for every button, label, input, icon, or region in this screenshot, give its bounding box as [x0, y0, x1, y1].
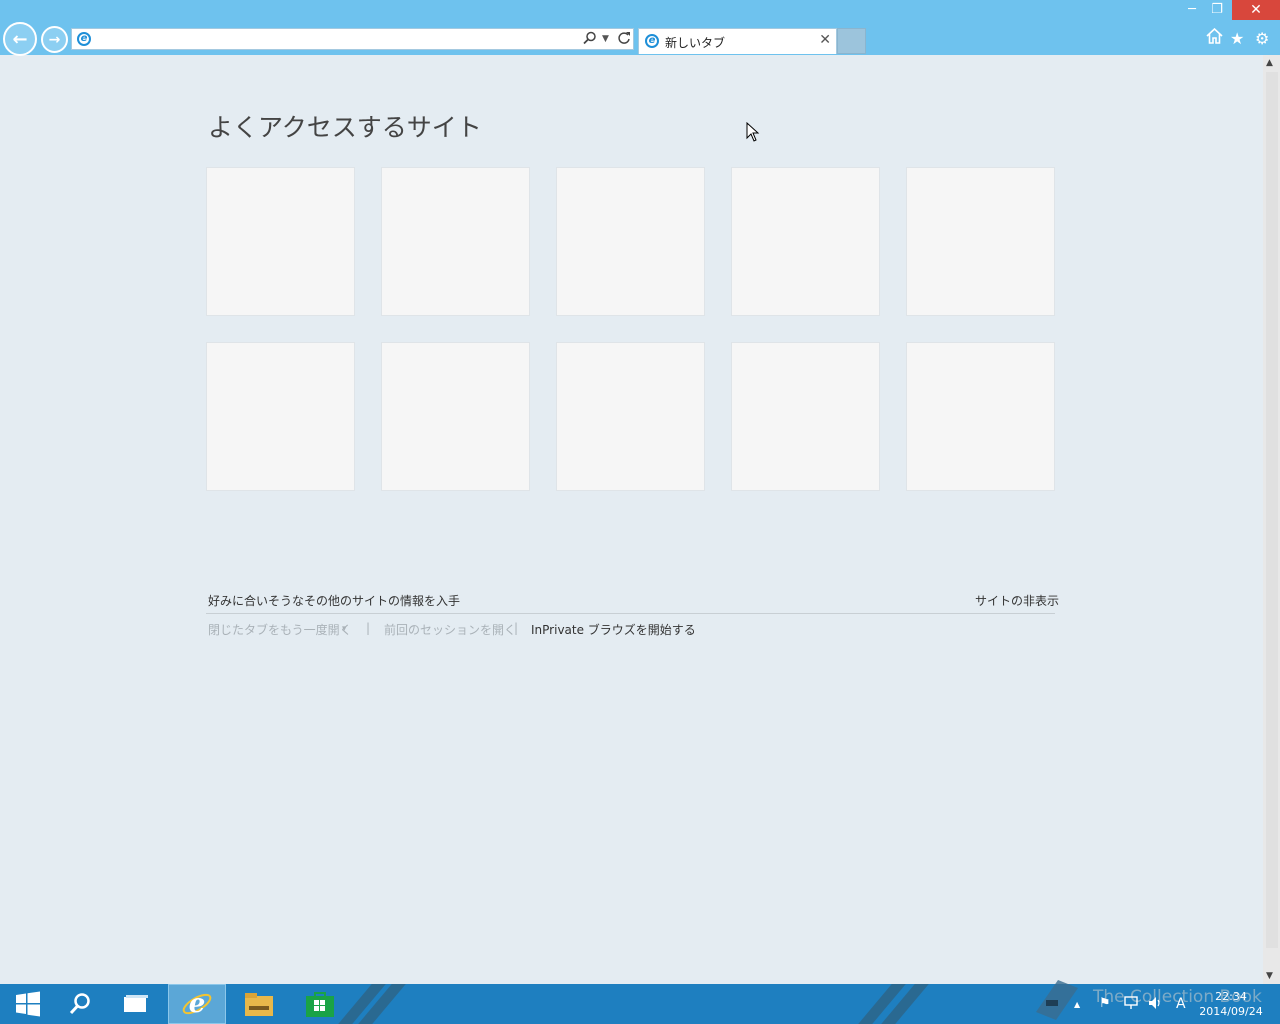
back-button[interactable]: ←	[3, 22, 37, 56]
site-tile[interactable]	[381, 342, 530, 491]
scroll-up-icon[interactable]: ▲	[1266, 58, 1273, 68]
svg-text:e: e	[189, 989, 206, 1019]
tab-close-icon[interactable]: ✕	[819, 32, 831, 48]
site-tile[interactable]	[381, 167, 530, 316]
forward-arrow-icon: →	[48, 31, 61, 48]
inprivate-link[interactable]: InPrivate ブラウズを開始する	[531, 621, 696, 638]
hide-sites-link[interactable]: サイトの非表示	[975, 592, 1059, 609]
site-tile[interactable]	[206, 167, 355, 316]
close-window-button[interactable]: ✕	[1232, 0, 1280, 20]
taskbar-explorer-button[interactable]	[231, 984, 287, 1024]
search-icon[interactable]	[583, 31, 597, 49]
site-tile[interactable]	[556, 342, 705, 491]
separator: |	[366, 621, 371, 635]
task-view-icon	[124, 995, 148, 1012]
search-icon	[69, 993, 90, 1015]
book-watermark-icon	[1036, 980, 1078, 1020]
home-icon[interactable]	[1206, 27, 1223, 48]
address-bar[interactable]: e ▼	[71, 28, 634, 50]
task-view-button[interactable]	[108, 984, 164, 1024]
address-input[interactable]	[98, 30, 578, 48]
start-button[interactable]	[0, 984, 56, 1024]
reopen-session-link[interactable]: 前回のセッションを開く	[384, 621, 516, 638]
volume-icon[interactable]	[1148, 996, 1164, 1014]
network-icon[interactable]	[1124, 996, 1138, 1014]
store-icon	[306, 992, 334, 1017]
internet-explorer-icon: e	[182, 989, 212, 1019]
tab-new[interactable]: e 新しいタブ ✕	[638, 28, 837, 54]
show-hidden-icons[interactable]: ▲	[1074, 1000, 1080, 1009]
ie-logo-icon: e	[77, 32, 91, 46]
tab-title: 新しいタブ	[665, 36, 726, 50]
more-sites-link[interactable]: 好みに合いそうなその他のサイトの情報を入手	[208, 592, 460, 609]
reopen-dropdown-icon[interactable]: ▾	[342, 624, 347, 634]
ime-indicator[interactable]: A	[1176, 996, 1186, 1012]
forward-button[interactable]: →	[41, 26, 68, 53]
site-tile[interactable]	[556, 167, 705, 316]
site-tile[interactable]	[731, 167, 880, 316]
taskbar-store-button[interactable]	[292, 984, 348, 1024]
reopen-closed-tabs-link[interactable]: 閉じたタブをもう一度開く	[208, 621, 352, 638]
scroll-down-icon[interactable]: ▼	[1266, 971, 1273, 981]
taskbar-clock[interactable]: 22:34 2014/09/24	[1196, 989, 1266, 1019]
tab-ie-icon: e	[645, 34, 659, 48]
minimize-button[interactable]: ─	[1180, 0, 1204, 20]
scrollbar-thumb[interactable]	[1266, 72, 1278, 948]
folder-icon	[245, 993, 273, 1016]
footer-divider	[206, 613, 1055, 614]
new-tab-button[interactable]	[837, 28, 866, 54]
site-tile[interactable]	[906, 342, 1055, 491]
clock-time: 22:34	[1215, 990, 1247, 1003]
refresh-icon[interactable]	[617, 31, 631, 49]
clock-date: 2014/09/24	[1199, 1005, 1263, 1018]
site-tile[interactable]	[731, 342, 880, 491]
page-title: よくアクセスするサイト	[208, 113, 482, 142]
windows-logo-icon	[16, 991, 40, 1017]
taskbar-ie-button[interactable]: e	[168, 984, 226, 1024]
restore-button[interactable]: ❐	[1205, 0, 1229, 20]
taskbar-search-button[interactable]	[52, 984, 108, 1024]
favorites-icon[interactable]: ★	[1230, 29, 1244, 48]
action-center-flag-icon[interactable]: ⚑	[1099, 996, 1111, 1011]
mouse-cursor-icon	[746, 122, 760, 142]
back-arrow-icon: ←	[12, 28, 28, 50]
site-tile[interactable]	[906, 167, 1055, 316]
separator: |	[514, 621, 519, 635]
settings-gear-icon[interactable]: ⚙	[1255, 29, 1269, 48]
site-tile[interactable]	[206, 342, 355, 491]
search-dropdown-icon[interactable]: ▼	[602, 34, 609, 44]
